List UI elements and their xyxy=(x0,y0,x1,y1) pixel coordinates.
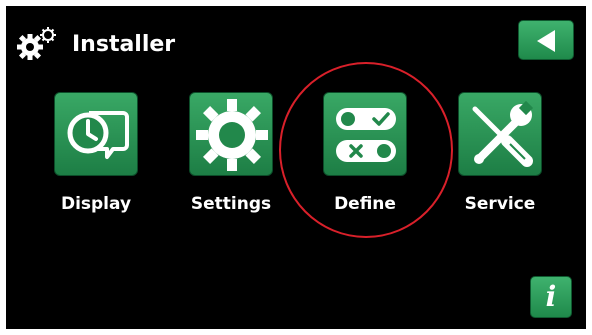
display-label: Display xyxy=(60,194,132,214)
settings-label: Settings xyxy=(190,194,272,214)
back-button[interactable] xyxy=(518,20,574,60)
define-label: Define xyxy=(334,194,396,214)
back-arrow-icon xyxy=(537,30,555,52)
page-title: Installer xyxy=(72,32,176,57)
settings-button[interactable] xyxy=(189,92,273,176)
info-button[interactable]: i xyxy=(530,276,572,318)
installer-screen: Installer Display Settings Define Servic… xyxy=(6,6,586,329)
wrench-screwdriver-icon xyxy=(472,100,534,167)
define-button[interactable] xyxy=(323,92,407,176)
service-button[interactable] xyxy=(458,92,542,176)
gears-icon xyxy=(17,27,56,60)
gear-icon xyxy=(196,99,268,171)
service-label: Service xyxy=(464,194,536,214)
toggle-switches-icon xyxy=(336,108,396,162)
info-icon: i xyxy=(545,280,557,313)
display-button[interactable] xyxy=(54,92,138,176)
display-clock-icon xyxy=(67,111,129,159)
